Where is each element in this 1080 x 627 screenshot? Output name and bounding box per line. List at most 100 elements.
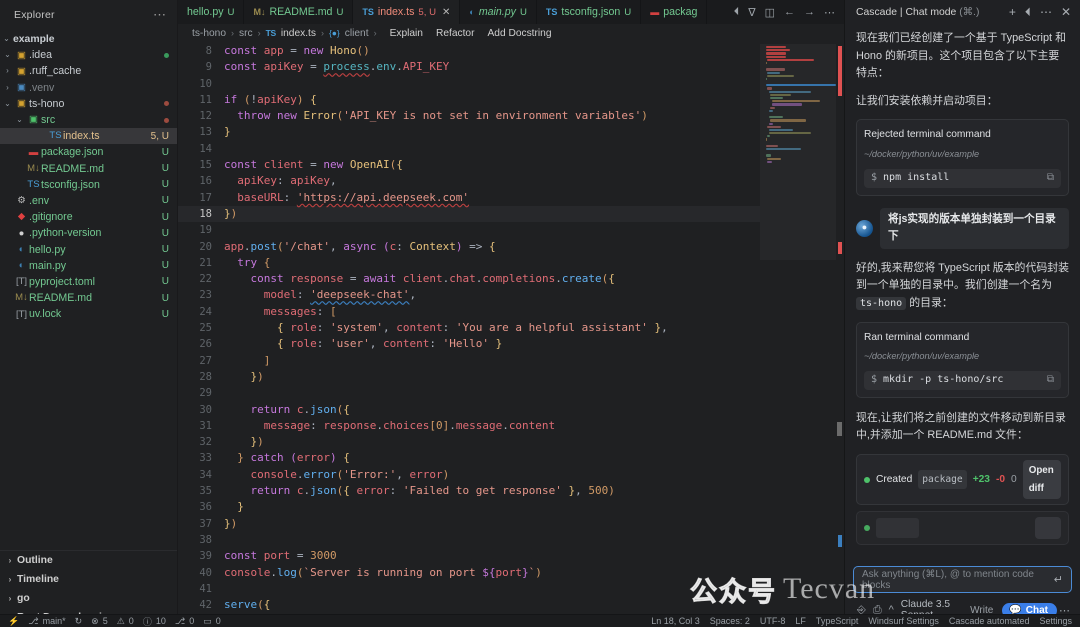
breadcrumb[interactable]: ts-hono › src › TS index.ts › {●} client… — [178, 24, 844, 42]
copy-icon[interactable]: ⧉ — [1047, 169, 1054, 187]
ellipsis-icon[interactable]: ⋯ — [153, 8, 167, 21]
tree-item-readme-md[interactable]: M↓ README.md U — [0, 290, 177, 306]
status-item[interactable]: ▭ 0 — [203, 616, 221, 627]
tree-item-pyproject-toml[interactable]: [T] pyproject.toml U — [0, 274, 177, 290]
code-line[interactable]: 23 model: 'deepseek-chat', — [178, 287, 760, 303]
tab-close-icon[interactable]: ✕ — [442, 7, 450, 18]
code-line[interactable]: 25 { role: 'system', content: 'You are a… — [178, 320, 760, 336]
cascade-conversation[interactable]: 现在我们已经创建了一个基于 TypeScript 和 Hono 的新项目。这个项… — [845, 24, 1080, 566]
code-line[interactable]: 41 — [178, 581, 760, 597]
code-line[interactable]: 42 serve({ — [178, 597, 760, 613]
tree-item-uv-lock[interactable]: [T] uv.lock U — [0, 306, 177, 322]
status-item[interactable]: Ln 18, Col 3 — [651, 616, 700, 626]
history-icon[interactable]: ⏴ — [1025, 6, 1031, 18]
minimap-slider[interactable] — [837, 422, 842, 436]
code-line[interactable]: 32 }) — [178, 434, 760, 450]
code-line[interactable]: 11 if (!apiKey) { — [178, 92, 760, 108]
code-line[interactable]: 40 console.log(`Server is running on port… — [178, 565, 760, 581]
code-line[interactable]: 35 return c.json({ error: 'Failed to get… — [178, 483, 760, 499]
status-item[interactable]: Spaces: 2 — [710, 616, 750, 626]
breadcrumb-part-1[interactable]: src — [239, 28, 253, 39]
minimap-viewport[interactable] — [760, 44, 836, 260]
code-line[interactable]: 10 — [178, 76, 760, 92]
code-line[interactable]: 21 try { — [178, 255, 760, 271]
code-line[interactable]: 24 messages: [ — [178, 304, 760, 320]
code-line[interactable]: 27 ] — [178, 353, 760, 369]
copy-icon[interactable]: ⧉ — [1047, 371, 1054, 389]
tab-main-py[interactable]: ◐ main.py U — [460, 0, 537, 24]
status-item[interactable]: ⓘ 10 — [143, 615, 166, 627]
tree-item-package-json[interactable]: ▬ package.json U — [0, 144, 177, 160]
split-editor-icon[interactable]: ◫ — [765, 6, 775, 19]
status-item[interactable]: Settings — [1039, 616, 1072, 626]
minimap[interactable] — [760, 42, 844, 627]
chat-input[interactable]: Ask anything (⌘L), @ to mention code blo… — [853, 566, 1072, 593]
tree-item-index-ts[interactable]: TS index.ts 5, U — [0, 128, 177, 145]
code-line[interactable]: 18}) — [178, 205, 760, 223]
file-tree[interactable]: ⌄ example ⌄ ▣ .idea › ▣ .ruff_cache › ▣ .venv ⌄ ▣ t… — [0, 30, 177, 550]
tab-readme-md[interactable]: M↓ README.md U — [244, 0, 354, 24]
tree-item-venv[interactable]: › ▣ .venv — [0, 80, 177, 96]
code-line[interactable]: 38 — [178, 532, 760, 548]
open-diff-button[interactable] — [1035, 517, 1061, 539]
code-line[interactable]: 31 message: response.choices[0].message.… — [178, 418, 760, 434]
tree-item-main-py[interactable]: ◐ main.py U — [0, 258, 177, 274]
open-diff-button[interactable]: Open diff — [1022, 459, 1061, 500]
tab-index-ts[interactable]: TS index.ts 5, U ✕ — [353, 0, 461, 24]
action-add-docstring[interactable]: Add Docstring — [488, 28, 552, 39]
status-item[interactable]: UTF-8 — [760, 616, 786, 626]
breadcrumb-part-3[interactable]: client — [345, 28, 369, 39]
new-chat-icon[interactable]: + — [1009, 6, 1016, 18]
action-refactor[interactable]: Refactor — [436, 28, 475, 39]
tree-item-tsconfig-json[interactable]: TS tsconfig.json U — [0, 177, 177, 193]
code-line[interactable]: 20 app.post('/chat', async (c: Context) =… — [178, 239, 760, 255]
tree-item-hello-py[interactable]: ◐ hello.py U — [0, 241, 177, 257]
code-line[interactable]: 17 baseURL: 'https://api.deepseek.com' — [178, 190, 760, 206]
code-line[interactable]: 12 throw new Error('API_KEY is not set i… — [178, 108, 760, 124]
sidebar-section-go[interactable]: › go — [0, 589, 177, 608]
diff-summary-row[interactable] — [856, 511, 1069, 545]
code-line[interactable]: 30 return c.json({ — [178, 402, 760, 418]
ran-command-row[interactable]: $ mkdir -p ts-hono/src ⧉ — [864, 370, 1061, 390]
tab-hello-py[interactable]: hello.py U — [178, 0, 245, 24]
tree-item-ruff-cache[interactable]: › ▣ .ruff_cache — [0, 63, 177, 79]
tree-item-src[interactable]: ⌄ ▣ src — [0, 112, 177, 128]
code-line[interactable]: 14 — [178, 141, 760, 157]
code-line[interactable]: 15 const client = new OpenAI({ — [178, 157, 760, 173]
code-line[interactable]: 16 apiKey: apiKey, — [178, 173, 760, 189]
tree-item-readme-md[interactable]: M↓ README.md U — [0, 161, 177, 177]
code-line[interactable]: 9 const apiKey = process.env.API_KEY — [178, 59, 760, 75]
code-line[interactable]: 33 } catch (error) { — [178, 450, 760, 466]
code-line[interactable]: 19 — [178, 222, 760, 238]
tree-item-idea[interactable]: ⌄ ▣ .idea — [0, 47, 177, 63]
back-arrow-icon[interactable]: ← — [784, 6, 795, 18]
rejected-command-row[interactable]: $ npm install ⧉ — [864, 168, 1061, 188]
code-line[interactable]: 34 console.error('Error:', error) — [178, 467, 760, 483]
code-line[interactable]: 26 { role: 'user', content: 'Hello' } — [178, 336, 760, 352]
breadcrumb-part-2[interactable]: index.ts — [281, 28, 316, 39]
code-line[interactable]: 37}) — [178, 516, 760, 532]
action-explain[interactable]: Explain — [390, 28, 423, 39]
status-item[interactable]: Cascade automated — [949, 616, 1030, 626]
status-item[interactable]: ⎇ 0 — [175, 616, 194, 627]
tree-item-gitignore[interactable]: ◆ .gitignore U — [0, 209, 177, 225]
forward-arrow-icon[interactable]: → — [804, 6, 815, 18]
history-icon[interactable]: ⏴ — [734, 6, 740, 19]
status-item[interactable]: ⊗ 5 — [91, 616, 108, 627]
code-line[interactable]: 28 }) — [178, 369, 760, 385]
status-item[interactable]: ⎇ main* — [28, 616, 65, 627]
source-control-icon[interactable]: ∇ — [748, 6, 755, 19]
breadcrumb-part-0[interactable]: ts-hono — [192, 28, 226, 39]
tree-item-env[interactable]: ⚙ .env U — [0, 193, 177, 209]
status-item[interactable]: TypeScript — [816, 616, 859, 626]
more-actions-icon[interactable]: ⋯ — [824, 6, 835, 19]
status-item[interactable]: LF — [795, 616, 806, 626]
code-line[interactable]: 36 } — [178, 499, 760, 515]
code-line[interactable]: 39 const port = 3000 — [178, 548, 760, 564]
diff-summary-row[interactable]: Created package +23 -0 0 Open diff — [856, 453, 1069, 506]
code-line[interactable]: 13} — [178, 124, 760, 140]
tree-root-example[interactable]: ⌄ example — [0, 31, 177, 47]
enter-icon[interactable]: ↵ — [1054, 573, 1063, 586]
status-item[interactable]: ⚡ — [8, 616, 19, 627]
code-line[interactable]: 29 — [178, 385, 760, 401]
